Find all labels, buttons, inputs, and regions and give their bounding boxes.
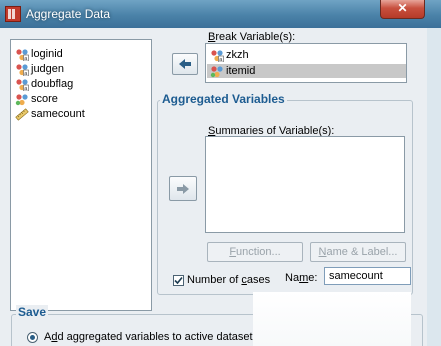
name-and-label-button[interactable]: Name & Label... bbox=[310, 242, 406, 262]
window-title: Aggregate Data bbox=[26, 7, 111, 21]
variable-label: zkzh bbox=[226, 49, 249, 61]
move-to-break-button[interactable] bbox=[172, 53, 198, 75]
move-to-summaries-button[interactable] bbox=[169, 176, 197, 201]
app-icon bbox=[5, 6, 21, 22]
close-button[interactable]: ✕ bbox=[380, 0, 425, 19]
arrow-right-icon bbox=[177, 184, 189, 194]
number-of-cases-checkbox[interactable] bbox=[173, 275, 184, 286]
nominal-string-icon: a bbox=[15, 48, 29, 61]
variable-label: judgen bbox=[31, 63, 65, 75]
variable-label: doubflag bbox=[31, 78, 74, 90]
occluded-region bbox=[253, 292, 411, 346]
break-variables-label: Break Variable(s): bbox=[208, 31, 296, 43]
variable-label: itemid bbox=[226, 65, 256, 77]
number-of-cases-label: Number of cases bbox=[187, 274, 271, 286]
break-variable-list[interactable]: a zkzh itemid bbox=[205, 43, 407, 83]
checkmark-icon bbox=[174, 276, 183, 285]
scale-ruler-icon bbox=[15, 108, 29, 121]
title-bar[interactable]: Aggregate Data ✕ bbox=[0, 0, 441, 28]
window-edge bbox=[427, 28, 441, 346]
name-label: Name: bbox=[285, 272, 318, 284]
nominal-string-icon: a bbox=[15, 78, 29, 91]
function-button[interactable]: Function... bbox=[207, 242, 303, 262]
summaries-list[interactable] bbox=[205, 136, 405, 233]
save-title: Save bbox=[16, 305, 49, 319]
name-field[interactable]: samecount bbox=[324, 267, 411, 285]
add-to-active-dataset-label: Add aggregated variables to active datas… bbox=[44, 331, 253, 343]
source-variable-list[interactable]: a loginid a judgen a doubflag score samecount bbox=[10, 39, 152, 311]
arrow-left-icon bbox=[179, 59, 191, 69]
break-variable-item[interactable]: itemid bbox=[207, 64, 406, 78]
add-to-active-dataset-radio[interactable] bbox=[27, 332, 38, 343]
aggregated-variables-title: Aggregated Variables bbox=[160, 92, 287, 106]
nominal-string-icon: a bbox=[210, 49, 224, 62]
variable-label: samecount bbox=[31, 108, 85, 120]
variable-label: score bbox=[31, 93, 58, 105]
nominal-numeric-icon bbox=[210, 65, 224, 78]
nominal-string-icon: a bbox=[15, 63, 29, 76]
variable-label: loginid bbox=[31, 48, 63, 60]
nominal-numeric-icon bbox=[15, 93, 29, 106]
aggregate-data-dialog: Aggregate Data ✕ a loginid a judgen a doubfla… bbox=[0, 0, 441, 346]
